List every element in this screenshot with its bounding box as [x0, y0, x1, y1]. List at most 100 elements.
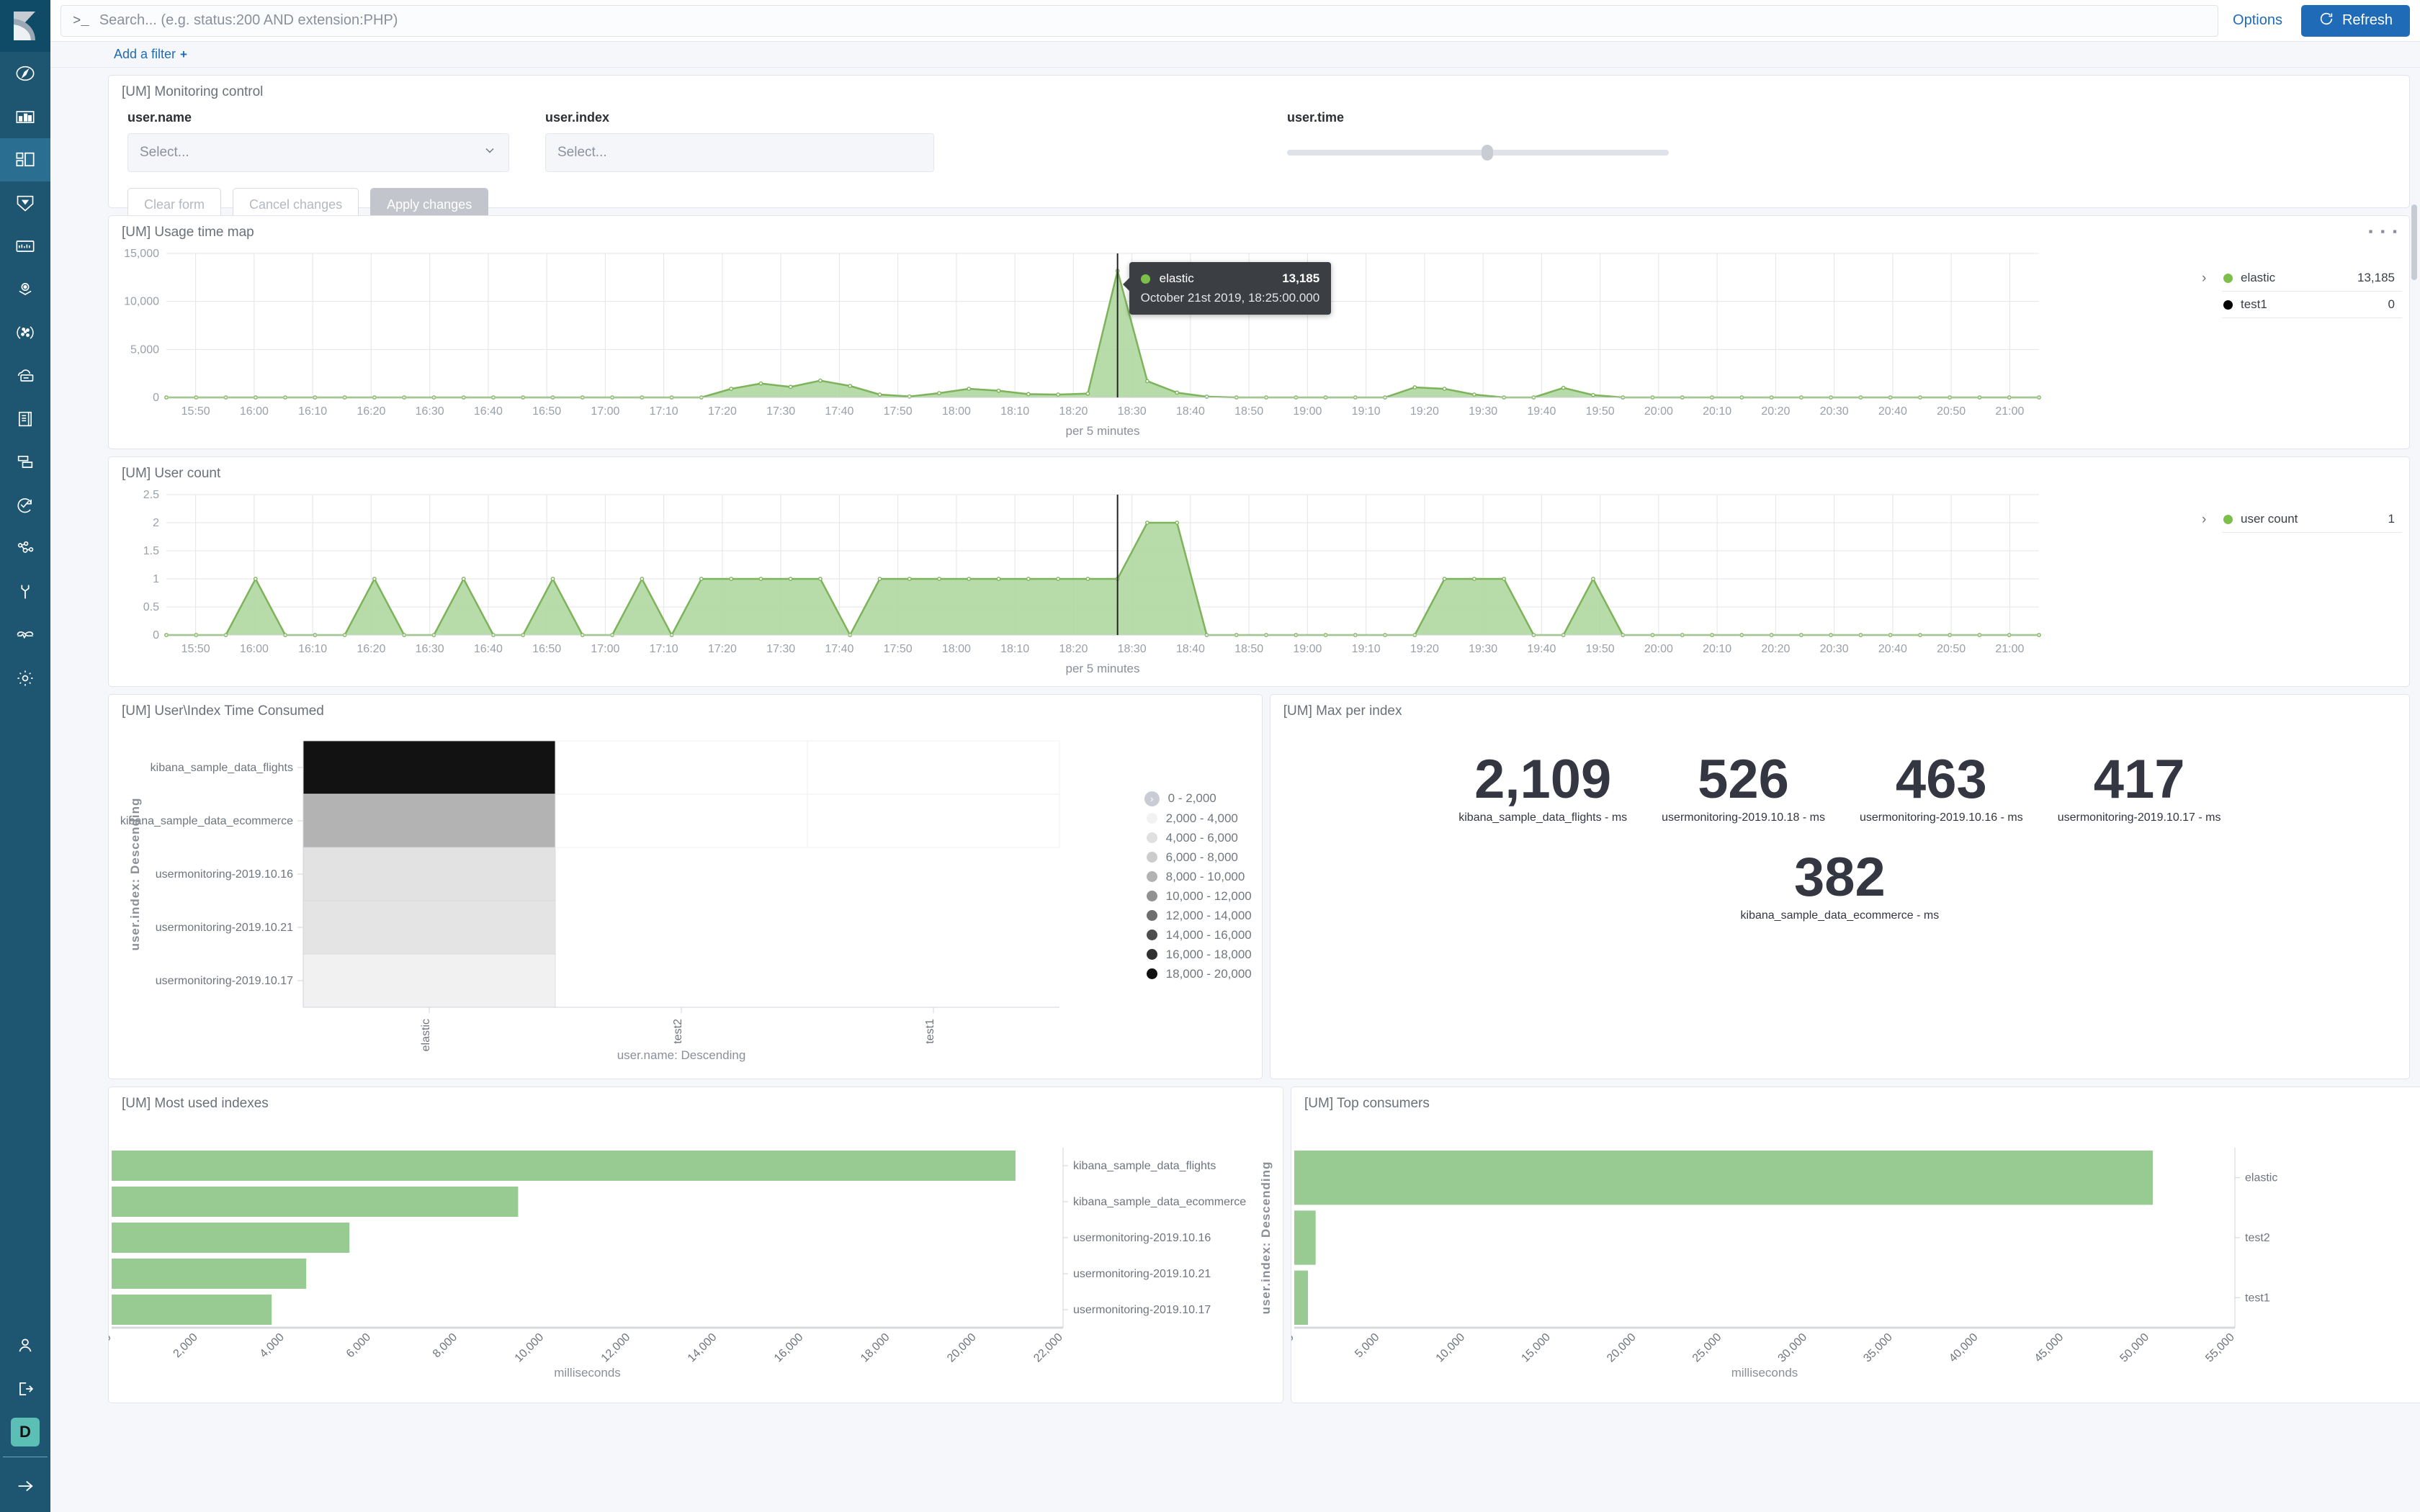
svg-text:0: 0 [153, 392, 159, 404]
svg-text:20,000: 20,000 [945, 1331, 979, 1365]
sidebar-item-apm[interactable] [0, 397, 50, 441]
svg-text:16:10: 16:10 [298, 405, 327, 418]
sidebar-item-management[interactable] [0, 657, 50, 700]
legend-row[interactable]: 2,000 - 4,000 [1147, 809, 1252, 828]
panel-title-usage-time-map: [UM] Usage time map [109, 216, 2409, 240]
svg-text:18:50: 18:50 [1234, 643, 1263, 655]
svg-text:18:20: 18:20 [1059, 405, 1088, 418]
sidebar-item-maps[interactable] [0, 225, 50, 268]
svg-text:usermonitoring-2019.10.16: usermonitoring-2019.10.16 [1073, 1232, 1211, 1244]
sidebar-item-machine-learning[interactable] [0, 268, 50, 311]
legend-label: 14,000 - 16,000 [1166, 928, 1252, 942]
metric-value: 463 [1860, 751, 2023, 809]
slider-knob[interactable] [1482, 145, 1493, 161]
user-index-select[interactable]: Select... [545, 133, 934, 172]
metric-item[interactable]: 463 usermonitoring-2019.10.16 - ms [1842, 751, 2040, 824]
sidebar-item-visualize[interactable] [0, 95, 50, 138]
svg-text:19:50: 19:50 [1586, 643, 1615, 655]
filter-bar: Add a filter + [50, 42, 2420, 68]
metrics-row-1: 2,109 kibana_sample_data_flights - ms 52… [1270, 719, 2409, 832]
chart-usage-time-map[interactable]: 05,00010,00015,00015:5016:0016:1016:2016… [109, 240, 2409, 442]
add-filter-button[interactable]: Add a filter + [114, 47, 187, 62]
legend-row[interactable]: 18,000 - 20,000 [1147, 964, 1252, 984]
kibana-logo[interactable] [0, 0, 50, 52]
legend-row[interactable]: 8,000 - 10,000 [1147, 867, 1252, 886]
sidebar-item-logs[interactable] [0, 354, 50, 397]
sidebar-item-dashboard[interactable] [0, 138, 50, 181]
legend-row[interactable]: 6,000 - 8,000 [1147, 847, 1252, 867]
svg-text:17:30: 17:30 [766, 643, 795, 655]
legend-color-dot [1147, 930, 1157, 940]
metric-item[interactable]: 382 kibana_sample_data_ecommerce - ms [1724, 849, 1957, 922]
options-button[interactable]: Options [2218, 12, 2301, 29]
svg-text:20:20: 20:20 [1761, 405, 1790, 418]
svg-text:usermonitoring-2019.10.21: usermonitoring-2019.10.21 [156, 922, 293, 934]
metric-item[interactable]: 2,109 kibana_sample_data_flights - ms [1441, 751, 1644, 824]
legend-expand-icon[interactable]: › [2202, 271, 2206, 287]
panel-menu-icon[interactable]: ▪ ▪ ▪ [2368, 225, 2399, 239]
svg-text:18,000: 18,000 [859, 1331, 892, 1365]
legend-row[interactable]: 4,000 - 6,000 [1147, 828, 1252, 847]
user-time-slider[interactable] [1287, 133, 1690, 172]
svg-text:kibana_sample_data_flights: kibana_sample_data_flights [1073, 1160, 1216, 1172]
vertical-scrollbar[interactable] [2411, 204, 2417, 280]
svg-text:15:50: 15:50 [182, 405, 210, 418]
legend-row[interactable]: test1 0 [2222, 292, 2402, 318]
search-input[interactable]: >_ Search... (e.g. status:200 AND extens… [60, 5, 2218, 37]
svg-text:18:40: 18:40 [1176, 405, 1205, 418]
legend-row[interactable]: user count 1 [2222, 506, 2402, 533]
space-avatar[interactable]: D [11, 1418, 40, 1446]
svg-text:kibana_sample_data_ecommerce: kibana_sample_data_ecommerce [1073, 1196, 1246, 1208]
svg-text:18:50: 18:50 [1234, 405, 1263, 418]
refresh-button[interactable]: Refresh [2301, 5, 2410, 37]
sidebar-item-logout[interactable] [0, 1367, 50, 1410]
sidebar-item-uptime[interactable] [0, 441, 50, 484]
svg-text:16,000: 16,000 [772, 1331, 806, 1365]
sidebar-item-siem[interactable] [0, 484, 50, 527]
metric-item[interactable]: 526 usermonitoring-2019.10.18 - ms [1644, 751, 1842, 824]
control-user-name: user.name Select... [127, 110, 509, 172]
sidebar-item-discover[interactable] [0, 52, 50, 95]
metric-value: 417 [2058, 751, 2221, 809]
sidebar-item-user-account[interactable] [0, 1324, 50, 1367]
svg-text:12,000: 12,000 [599, 1331, 633, 1365]
expand-nav-button[interactable] [0, 1464, 50, 1508]
svg-text:18:10: 18:10 [1000, 405, 1029, 418]
sidebar-item-dev-tools[interactable] [0, 570, 50, 613]
slider-track[interactable] [1287, 150, 1669, 156]
user-name-select[interactable]: Select... [127, 133, 509, 172]
legend-row[interactable]: 12,000 - 14,000 [1147, 906, 1252, 925]
legend-expand-icon[interactable]: › [2202, 512, 2206, 528]
svg-text:usermonitoring-2019.10.21: usermonitoring-2019.10.21 [1073, 1268, 1211, 1280]
svg-text:per 5 minutes: per 5 minutes [1066, 662, 1140, 675]
svg-text:20:00: 20:00 [1644, 405, 1673, 418]
svg-text:17:00: 17:00 [591, 643, 619, 655]
legend-row[interactable]: › 0 - 2,000 [1147, 788, 1252, 809]
legend-label: 4,000 - 6,000 [1166, 831, 1238, 845]
sidebar-item-graph[interactable] [0, 527, 50, 570]
sidebar-item-monitoring[interactable] [0, 613, 50, 657]
metric-label: usermonitoring-2019.10.16 - ms [1860, 811, 2023, 824]
canvas-icon [15, 193, 35, 213]
chart-user-count[interactable]: 00.511.522.515:5016:0016:1016:2016:3016:… [109, 482, 2409, 680]
metric-item[interactable]: 417 usermonitoring-2019.10.17 - ms [2040, 751, 2238, 824]
svg-text:1: 1 [153, 573, 159, 585]
sidebar-item-canvas[interactable] [0, 181, 50, 225]
svg-text:19:20: 19:20 [1410, 405, 1439, 418]
legend-row[interactable]: 10,000 - 12,000 [1147, 886, 1252, 906]
legend-row[interactable]: elastic 13,185 [2222, 265, 2402, 292]
svg-text:10,000: 10,000 [124, 296, 159, 308]
svg-text:20:10: 20:10 [1703, 405, 1731, 418]
user-icon [15, 1336, 35, 1356]
svg-text:16:40: 16:40 [474, 405, 503, 418]
legend-color-dot [1147, 813, 1157, 824]
legend-expand-icon[interactable]: › [1144, 791, 1160, 806]
legend-label: 0 - 2,000 [1168, 791, 1216, 806]
svg-text:35,000: 35,000 [1861, 1331, 1895, 1365]
panel-title-user-index-time: [UM] User\Index Time Consumed [109, 695, 1262, 719]
sidebar-item-infrastructure[interactable] [0, 311, 50, 354]
dashboard-icon [15, 150, 35, 170]
legend-row[interactable]: 16,000 - 18,000 [1147, 945, 1252, 964]
svg-text:5,000: 5,000 [130, 343, 159, 356]
legend-row[interactable]: 14,000 - 16,000 [1147, 925, 1252, 945]
